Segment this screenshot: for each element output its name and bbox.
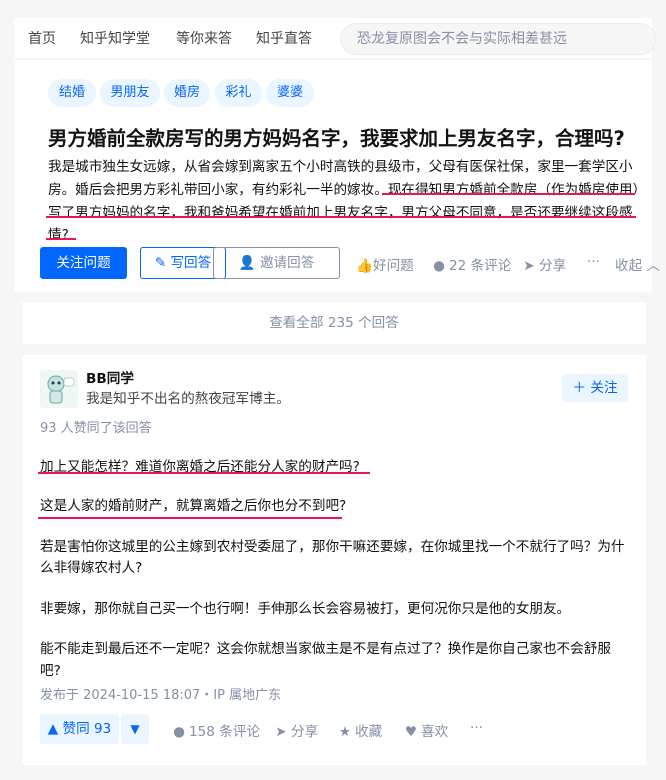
highlight-underline — [38, 472, 370, 474]
question-detail-line: 我是城市独生女远嫁，从省会嫁到离家五个小时高铁的县级市，父母有医保社保，家里一套… — [48, 159, 633, 175]
good-question-button[interactable]: 👍好问题 — [356, 254, 414, 274]
author-bio: 我是知乎不出名的熬夜冠军博主。 — [86, 391, 290, 407]
answer-more-button[interactable]: ··· — [470, 720, 483, 736]
follow-author-button[interactable]: ＋ 关注 — [562, 374, 628, 402]
chevron-up-icon: ︿ — [642, 258, 661, 274]
more-button[interactable]: ··· — [587, 254, 600, 270]
pencil-icon: ✎ — [154, 255, 167, 271]
write-answer-label: 写回答 — [170, 255, 212, 271]
heart-icon: ♥ — [404, 724, 418, 740]
highlight-underline — [46, 238, 76, 240]
question-card: 结婚 男朋友 婚房 彩礼 婆婆 男方婚前全款房写的男方妈妈名字，我要求加上男友名… — [14, 60, 660, 292]
highlight-underline — [382, 193, 634, 195]
nav-waiting-answers[interactable]: 等你来答 — [176, 28, 232, 48]
invite-answer-button[interactable]: 👤 邀请回答 — [213, 247, 340, 279]
plus-icon: ＋ — [572, 380, 587, 396]
question-detail-line: 房。婚后会把男方彩礼带回小家，有约彩礼一半的嫁妆。现在得知男方婚前全款房（作为婚… — [48, 182, 647, 198]
like-button[interactable]: ♥ 喜欢 — [404, 720, 448, 740]
thumbs-up-icon: 👍 — [356, 258, 373, 274]
top-nav: 首页 知乎知学堂 等你来答 知乎直答 恐龙复原图会不会与实际相差甚远 — [14, 18, 656, 58]
question-detail-line: 情? — [48, 227, 69, 243]
nav-zhida[interactable]: 知乎直答 — [256, 28, 312, 48]
nav-zhixuetang[interactable]: 知乎知学堂 — [80, 28, 150, 48]
triangle-up-icon: ▲ — [47, 721, 59, 737]
highlight-underline — [46, 216, 636, 218]
comments-button[interactable]: ● 22 条评论 — [432, 254, 511, 274]
answer-share-button[interactable]: ➤ 分享 — [274, 720, 318, 740]
answer-comments-button[interactable]: ● 158 条评论 — [172, 720, 260, 740]
share-icon: ➤ — [523, 258, 535, 274]
upvote-count-meta: 93 人赞同了该回答 — [40, 421, 152, 436]
topic-tag[interactable]: 婚房 — [164, 79, 210, 107]
answer-paragraph: 能不能走到最后还不一定呢？这会你就想当家做主是不是有点过了？换作是你自己家也不会… — [40, 641, 611, 657]
view-all-answers-button[interactable]: 查看全部 235 个回答 — [22, 302, 646, 344]
highlight-underline — [38, 517, 342, 519]
answer-paragraph: 非要嫁，那你就自己买一个也行啊！手伸那么长会容易被打，更何况你只是他的女朋友。 — [40, 601, 571, 617]
add-user-icon: 👤 — [238, 255, 256, 271]
search-input[interactable]: 恐龙复原图会不会与实际相差甚远 — [340, 23, 656, 55]
invite-answer-label: 邀请回答 — [259, 255, 315, 271]
publish-info: 发布于 2024-10-15 18:07・IP 属地广东 — [40, 688, 282, 703]
author-name[interactable]: BB同学 — [86, 367, 134, 387]
topic-tag[interactable]: 结婚 — [48, 79, 96, 107]
share-button[interactable]: ➤ 分享 — [522, 254, 566, 274]
triangle-down-icon: ▼ — [130, 722, 140, 736]
star-icon: ★ — [338, 724, 352, 740]
upvote-button[interactable]: ▲ 赞同 93 — [40, 714, 119, 744]
answer-paragraph: 么非得嫁农村人? — [40, 560, 143, 576]
answer-card: BB同学 我是知乎不出名的熬夜冠军博主。 ＋ 关注 93 人赞同了该回答 加上又… — [22, 355, 646, 765]
avatar-image — [40, 370, 78, 408]
answer-paragraph: 吧? — [40, 663, 61, 679]
downvote-button[interactable]: ▼ — [121, 714, 149, 744]
follow-question-button[interactable]: 关注问题 — [40, 247, 127, 279]
avatar[interactable] — [40, 370, 78, 408]
comment-icon: ● — [173, 724, 185, 740]
share-icon: ➤ — [275, 724, 287, 740]
answer-paragraph: 若是害怕你这城里的公主嫁到农村受委屈了，那你干嘛还要嫁，在你城里找一个不就行了吗… — [40, 539, 625, 555]
collapse-button[interactable]: 收起 ︿ — [615, 254, 660, 274]
topic-tag[interactable]: 婆婆 — [266, 79, 314, 107]
nav-home[interactable]: 首页 — [28, 28, 56, 48]
question-title[interactable]: 男方婚前全款房写的男方妈妈名字，我要求加上男友名字，合理吗? — [48, 122, 625, 151]
comment-icon: ● — [433, 258, 445, 274]
topic-tag[interactable]: 男朋友 — [100, 79, 160, 107]
question-detail-line: 写了男方妈妈的名字，我和爸妈希望在婚前加上男友名字，男方父母不同意，是否还要继续… — [48, 205, 633, 221]
topic-tag[interactable]: 彩礼 — [215, 79, 262, 107]
collect-button[interactable]: ★ 收藏 — [338, 720, 382, 740]
answer-paragraph: 这是人家的婚前财产，就算离婚之后你也分不到吧? — [40, 498, 347, 514]
